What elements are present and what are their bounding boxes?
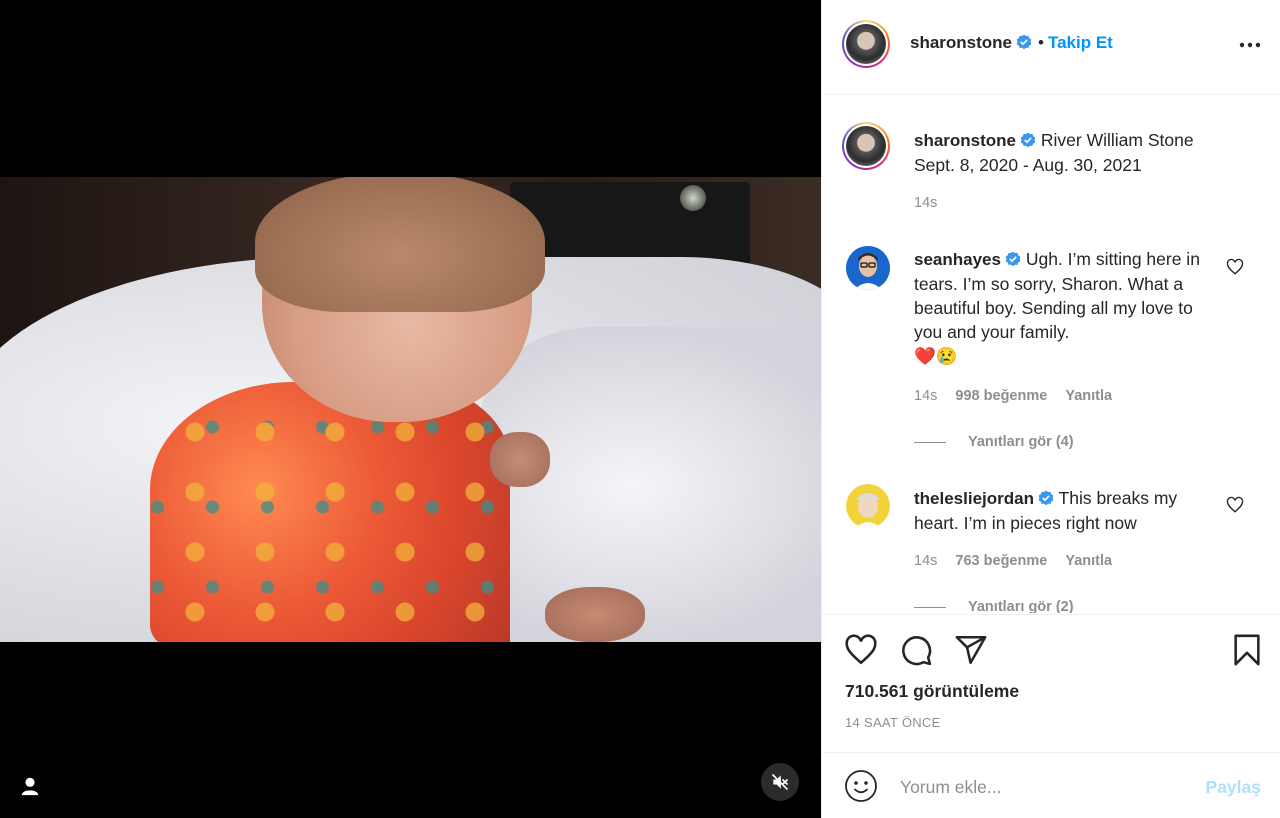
caption-line-1: River William Stone	[1040, 130, 1194, 150]
commenter-avatar-image	[846, 484, 890, 528]
view-replies-label: Yanıtları gör (2)	[968, 599, 1074, 613]
verified-badge-icon	[1020, 132, 1036, 148]
video-background-lamp	[680, 185, 706, 211]
comment-username[interactable]: thelesliejordan	[914, 489, 1034, 508]
emoji-icon[interactable]	[844, 769, 878, 803]
more-options-icon[interactable]	[1237, 33, 1263, 57]
verified-badge-icon	[1038, 490, 1054, 506]
comment-meta: 14s 763 beğenme Yanıtla	[914, 553, 1126, 569]
caption-meta: 14s	[914, 195, 951, 211]
caption-author-avatar[interactable]	[842, 122, 890, 170]
comment-icon[interactable]	[899, 633, 933, 667]
reply-button[interactable]: Yanıtla	[1065, 553, 1112, 569]
post-actions: 710.561 görüntüleme 14 SAAT ÖNCE	[822, 614, 1280, 764]
post-header: sharonstone • Takip Et	[822, 0, 1280, 95]
caption-username[interactable]: sharonstone	[914, 131, 1016, 150]
video-shirt-pattern	[150, 382, 510, 642]
post-comment-button[interactable]: Paylaş	[1206, 777, 1261, 798]
bookmark-icon[interactable]	[1230, 633, 1264, 667]
replies-divider-line	[914, 441, 946, 443]
author-avatar-image	[846, 24, 886, 64]
user-tag-icon[interactable]	[19, 775, 41, 797]
muted-speaker-icon	[771, 773, 789, 791]
commenter-avatar-image	[846, 246, 890, 290]
share-icon[interactable]	[954, 633, 988, 667]
verified-badge-icon	[1016, 34, 1032, 50]
like-comment-heart-icon[interactable]	[1226, 496, 1244, 514]
author-line: sharonstone • Takip Et	[910, 33, 1113, 53]
video-child-hand	[490, 432, 550, 487]
author-username[interactable]: sharonstone	[910, 33, 1012, 52]
post-side-panel: sharonstone • Takip Et sharonstone River W…	[821, 0, 1280, 818]
comment-likes[interactable]: 998 beğenme	[955, 388, 1047, 404]
view-replies-button[interactable]: Yanıtları gör (4)	[914, 434, 1074, 450]
caption-author-avatar-image	[846, 126, 886, 166]
video-child-hand	[545, 587, 645, 642]
comment-time[interactable]: 14s	[914, 553, 937, 569]
heart-icon[interactable]	[844, 633, 878, 667]
verified-badge-icon	[1005, 251, 1021, 267]
author-avatar[interactable]	[842, 20, 890, 68]
view-replies-label: Yanıtları gör (4)	[968, 434, 1074, 450]
comment-composer: Paylaş	[822, 752, 1280, 818]
comment-input[interactable]	[898, 771, 1192, 803]
views-count[interactable]: 710.561 görüntüleme	[845, 681, 1019, 702]
video-frame[interactable]	[0, 177, 821, 642]
comment-time[interactable]: 14s	[914, 388, 937, 404]
caption-text: sharonstone River William Stone Sept. 8,…	[914, 128, 1214, 177]
comment-username[interactable]: seanhayes	[914, 250, 1001, 269]
post-time-ago[interactable]: 14 SAAT ÖNCE	[845, 715, 941, 730]
caption-line-2: Sept. 8, 2020 - Aug. 30, 2021	[914, 155, 1142, 175]
comment-meta: 14s 998 beğenme Yanıtla	[914, 388, 1126, 404]
commenter-avatar-thelesliejordan[interactable]	[846, 484, 890, 528]
video-player[interactable]	[0, 0, 821, 818]
commenter-avatar-seanhayes[interactable]	[846, 246, 890, 290]
comments-list[interactable]: sharonstone River William Stone Sept. 8,…	[822, 96, 1280, 613]
like-comment-heart-icon[interactable]	[1226, 258, 1244, 276]
caption-time[interactable]: 14s	[914, 195, 937, 211]
view-replies-button[interactable]: Yanıtları gör (2)	[914, 599, 1074, 613]
separator-dot: •	[1038, 33, 1044, 52]
follow-button[interactable]: Takip Et	[1048, 33, 1113, 52]
comment-emoji: ❤️😢	[914, 346, 958, 366]
comment-text: thelesliejordan This breaks my heart. I’…	[914, 486, 1214, 535]
video-child-hair	[255, 177, 545, 312]
comment-likes[interactable]: 763 beğenme	[955, 553, 1047, 569]
comment-text: seanhayes Ugh. I’m sitting here in tears…	[914, 247, 1214, 368]
mute-button[interactable]	[761, 763, 799, 801]
reply-button[interactable]: Yanıtla	[1065, 388, 1112, 404]
replies-divider-line	[914, 606, 946, 608]
